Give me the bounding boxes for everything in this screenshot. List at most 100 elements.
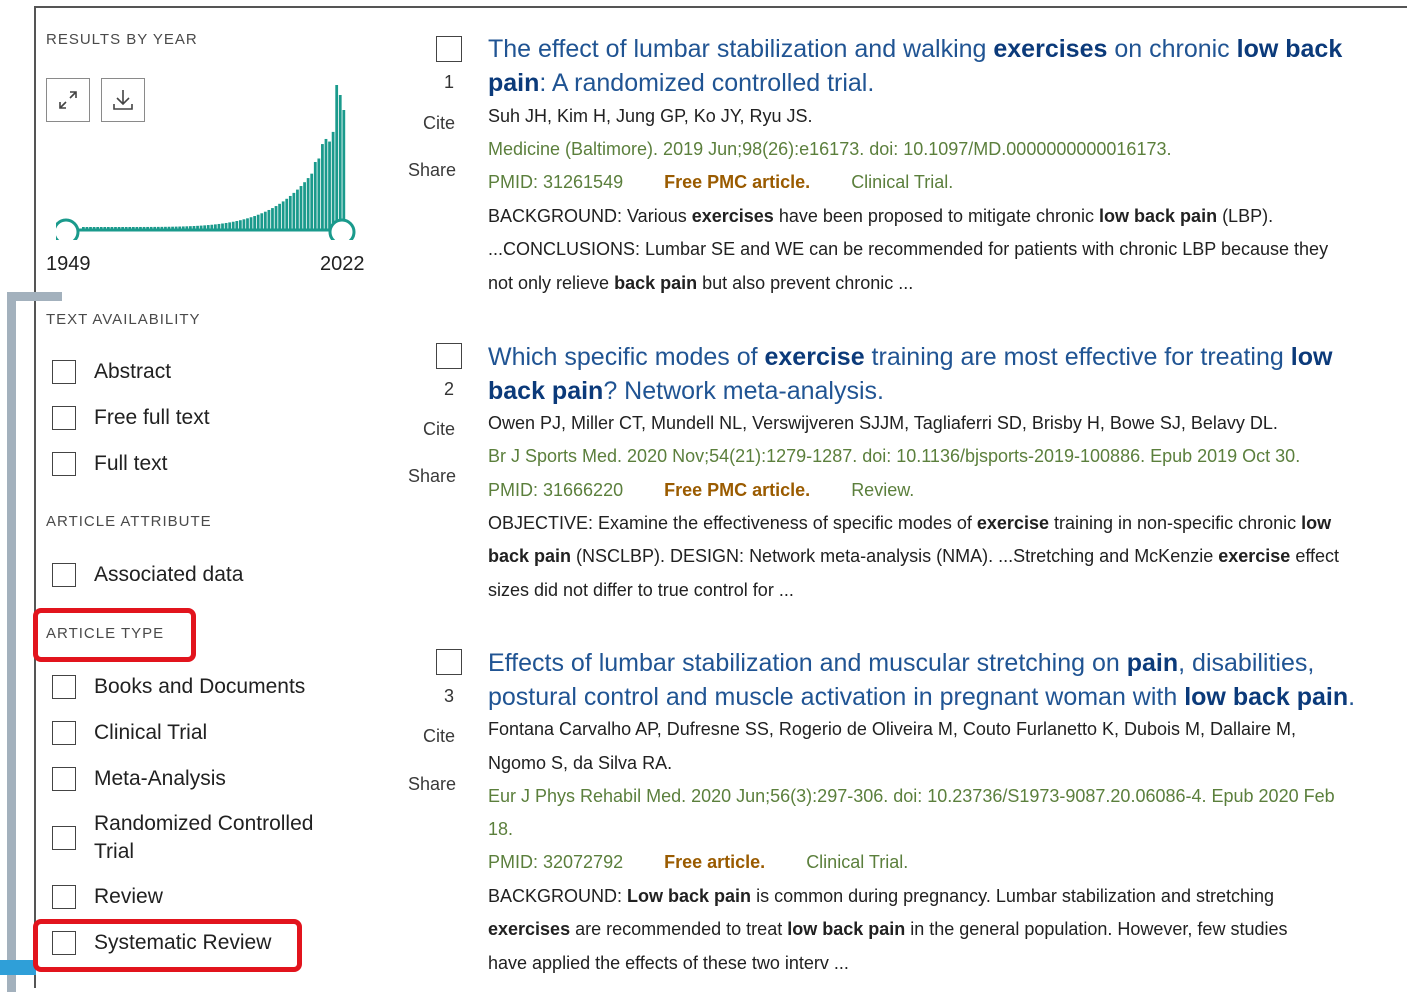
result-snippet-line: not only relieve back pain but also prev… — [488, 273, 913, 294]
pmid: PMID: 31261549 — [488, 172, 624, 192]
share-link[interactable]: Share — [408, 466, 456, 487]
histogram-bar — [296, 189, 299, 230]
snippet-text: effect — [1290, 546, 1340, 566]
result-journal-citation-cont: 18. — [488, 819, 514, 839]
snippet-highlight: back pain — [488, 546, 572, 566]
result-number: 2 — [443, 379, 454, 399]
publication-type: Clinical Trial. — [851, 172, 954, 192]
histogram-bar — [338, 95, 342, 230]
share-link[interactable]: Share — [408, 160, 456, 181]
filter-label: Books and Documents — [94, 675, 306, 698]
range-start-handle[interactable] — [56, 218, 80, 240]
checkbox[interactable] — [52, 931, 76, 955]
histogram-bar — [321, 144, 324, 230]
filter-label: Meta-Analysis — [94, 767, 226, 790]
title-highlight: pain — [1126, 649, 1179, 677]
results-by-year-histogram[interactable] — [56, 80, 366, 240]
free-article-badge[interactable]: Free PMC article. — [664, 172, 810, 192]
result-title-link[interactable]: Which specific modes of exercise trainin… — [488, 340, 1368, 408]
histogram-bar — [253, 216, 257, 230]
result-authors: Owen PJ, Miller CT, Mundell NL, Verswijv… — [488, 413, 1278, 433]
filter-free-full-text[interactable]: Free full text — [52, 404, 210, 432]
histogram-bar — [310, 173, 314, 230]
filter-books-and-documents[interactable]: Books and Documents — [52, 673, 305, 701]
histogram-bar — [271, 208, 274, 230]
title-highlight: low back — [1236, 35, 1343, 63]
cite-link[interactable]: Cite — [423, 419, 455, 440]
snippet-text: BACKGROUND: Various — [488, 206, 692, 226]
result-number: 3 — [443, 686, 454, 706]
publication-type: Review. — [851, 480, 915, 500]
snippet-highlight: back pain — [614, 273, 698, 293]
title-highlight: low back pain — [1184, 683, 1349, 711]
result-snippet-line: BACKGROUND: Low back pain is common duri… — [488, 886, 1274, 907]
result-authors-cont: Ngomo S, da Silva RA. — [488, 753, 673, 773]
title-text: training are most effective for treating — [864, 343, 1291, 371]
histogram-bar — [317, 158, 321, 230]
result-number: 1 — [443, 72, 454, 92]
checkbox[interactable] — [52, 452, 76, 476]
checkbox[interactable] — [52, 406, 76, 430]
title-text: postural control and muscle activation i… — [488, 683, 1185, 711]
result-snippet-line: exercises are recommended to treat low b… — [488, 919, 1287, 940]
result-meta: PMID: 31261549 Free PMC article. Clinica… — [488, 172, 953, 193]
result-snippet-line: sizes did not differ to true control for… — [488, 580, 794, 600]
checkbox[interactable] — [52, 721, 76, 745]
filter-label-line2: Trial — [94, 840, 135, 863]
filter-clinical-trial[interactable]: Clinical Trial — [52, 719, 207, 747]
filter-review[interactable]: Review — [52, 883, 163, 911]
filter-meta-analysis[interactable]: Meta-Analysis — [52, 765, 226, 793]
checkbox[interactable] — [52, 767, 76, 791]
result-select-checkbox[interactable] — [436, 36, 462, 62]
result-select-checkbox[interactable] — [436, 649, 462, 675]
snippet-highlight: Low back pain — [627, 886, 752, 906]
checkbox[interactable] — [52, 885, 76, 909]
result-title-link[interactable]: The effect of lumbar stabilization and w… — [488, 32, 1368, 100]
histogram-bar — [263, 211, 267, 230]
filter-abstract[interactable]: Abstract — [52, 358, 171, 386]
result-meta: PMID: 31666220 Free PMC article. Review. — [488, 480, 914, 501]
result-snippet-line: back pain (NSCLBP). DESIGN: Network meta… — [488, 546, 1339, 567]
histogram-bar — [299, 186, 303, 230]
checkbox[interactable] — [52, 826, 76, 850]
start-year-label: 1949 — [46, 253, 91, 275]
histogram-bar — [246, 218, 249, 230]
result-snippet-line: ...CONCLUSIONS: Lumbar SE and WE can be … — [488, 239, 1329, 259]
histogram-bar — [303, 182, 306, 230]
checkbox[interactable] — [52, 675, 76, 699]
share-link[interactable]: Share — [408, 774, 456, 795]
result-title-link[interactable]: Effects of lumbar stabilization and musc… — [488, 646, 1368, 714]
filter-associated-data[interactable]: Associated data — [52, 561, 243, 589]
snippet-text: are recommended to treat — [570, 919, 788, 939]
checkbox[interactable] — [52, 563, 76, 587]
title-text: Which specific modes of — [488, 343, 765, 371]
filter-randomized-controlled-trial[interactable]: Randomized Controlled Trial — [52, 810, 313, 866]
filter-full-text[interactable]: Full text — [52, 450, 168, 478]
result-journal-citation: Eur J Phys Rehabil Med. 2020 Jun;56(3):2… — [488, 786, 1335, 806]
results-by-year-title: RESULTS BY YEAR — [46, 31, 198, 48]
histogram-bar — [267, 209, 271, 230]
result-select-checkbox[interactable] — [436, 343, 462, 369]
title-highlight: exercise — [764, 343, 865, 371]
filter-label: Review — [94, 885, 163, 908]
checkbox[interactable] — [52, 360, 76, 384]
snippet-highlight: exercises — [691, 206, 774, 226]
snippet-text: (LBP). — [1217, 206, 1274, 226]
filter-label-line1: Randomized Controlled — [94, 812, 314, 835]
article-attribute-title: ARTICLE ATTRIBUTE — [46, 513, 212, 530]
snippet-text: have been proposed to mitigate chronic — [773, 206, 1100, 226]
filter-label: Clinical Trial — [94, 721, 208, 744]
result-snippet-line: have applied the effects of these two in… — [488, 953, 849, 973]
free-article-badge[interactable]: Free article. — [664, 852, 765, 872]
histogram-bar — [328, 141, 331, 230]
filter-systematic-review[interactable]: Systematic Review — [52, 929, 271, 957]
range-end-handle[interactable] — [328, 218, 356, 240]
cite-link[interactable]: Cite — [423, 726, 455, 747]
histogram-bar — [278, 203, 281, 230]
histogram-bar — [285, 198, 289, 230]
snippet-text: is common during pregnancy. Lumbar stabi… — [751, 886, 1275, 906]
cite-link[interactable]: Cite — [423, 113, 455, 134]
result-journal-citation: Medicine (Baltimore). 2019 Jun;98(26):e1… — [488, 139, 1172, 159]
snippet-text: (NSCLBP). DESIGN: Network meta-analysis … — [571, 546, 1219, 566]
free-article-badge[interactable]: Free PMC article. — [664, 480, 810, 500]
